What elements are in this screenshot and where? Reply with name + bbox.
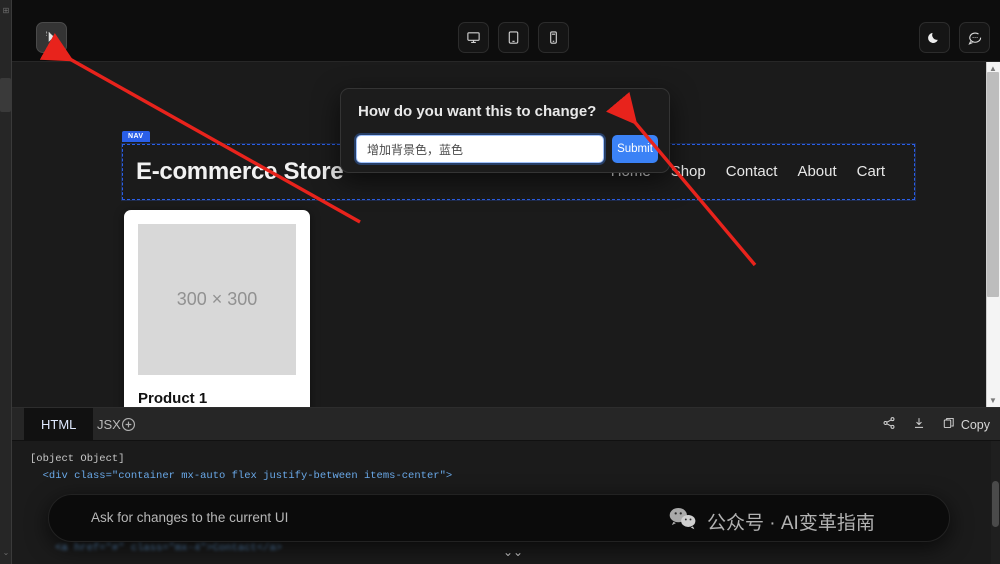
download-button[interactable] <box>912 416 926 433</box>
add-tab-button[interactable] <box>120 416 137 433</box>
top-toolbar <box>12 0 1000 62</box>
left-rail: ⊞ ⌄ <box>0 0 12 564</box>
wechat-icon <box>668 506 698 537</box>
viewport-mobile-button[interactable] <box>538 22 569 53</box>
rail-glyph-bottom: ⌄ <box>2 548 10 557</box>
code-tabbar: HTML JSX Copy <box>12 408 1000 441</box>
dialog-submit-button[interactable]: Submit <box>612 135 658 163</box>
code-line: <div class="container mx-auto flex justi… <box>30 470 453 482</box>
rail-chip[interactable] <box>0 78 11 112</box>
edit-prompt-dialog: How do you want this to change? Submit <box>340 88 670 173</box>
prompt-placeholder: Ask for changes to the current UI <box>91 510 289 525</box>
preview-scrollbar[interactable]: ▲ ▼ <box>986 62 1000 407</box>
code-scrollbar[interactable] <box>991 441 1000 564</box>
site-title: E-commerce Store <box>136 158 344 185</box>
moon-icon <box>927 30 942 45</box>
app-root: ⊞ ⌄ NAV E-commerce Store Shop Contact Ab… <box>0 0 1000 564</box>
preview-scrollbar-thumb[interactable] <box>987 72 999 297</box>
nav-link-contact[interactable]: Contact <box>726 163 778 180</box>
mobile-phone-icon <box>546 30 561 45</box>
code-line: [object Object] <box>30 453 125 465</box>
copy-icon <box>942 416 956 433</box>
watermark-text: 公众号 · AI变革指南 <box>707 513 875 534</box>
copy-button[interactable]: Copy <box>942 416 990 433</box>
selection-badge: NAV <box>122 131 151 142</box>
nav-link-about[interactable]: About <box>797 163 836 180</box>
select-tool-button[interactable] <box>36 22 67 53</box>
download-icon <box>912 416 926 433</box>
share-icon <box>882 416 896 433</box>
viewport-desktop-button[interactable] <box>458 22 489 53</box>
product-card[interactable]: 300 × 300 Product 1 Description of Produ… <box>124 210 310 407</box>
share-button[interactable] <box>882 416 896 433</box>
chat-button[interactable] <box>959 22 990 53</box>
rail-glyph-top: ⊞ <box>2 6 10 15</box>
product-image-placeholder: 300 × 300 <box>138 224 296 375</box>
scroll-down-arrow-icon[interactable]: ▼ <box>988 396 998 405</box>
dark-mode-toggle[interactable] <box>919 22 950 53</box>
tablet-icon <box>506 30 521 45</box>
nav-link-cart[interactable]: Cart <box>857 163 885 180</box>
dialog-input[interactable] <box>356 135 604 163</box>
dialog-title: How do you want this to change? <box>358 103 597 120</box>
viewport-tablet-button[interactable] <box>498 22 529 53</box>
cursor-select-icon <box>44 30 59 45</box>
product-title: Product 1 <box>138 390 208 407</box>
copy-label: Copy <box>960 417 990 432</box>
code-actions: Copy <box>882 408 990 441</box>
chat-bubble-icon <box>967 30 983 46</box>
watermark: 公众号 · AI变革指南 <box>668 506 875 537</box>
code-scrollbar-thumb[interactable] <box>992 481 999 527</box>
desktop-monitor-icon <box>466 30 481 45</box>
nav-link-shop[interactable]: Shop <box>671 163 706 180</box>
collapse-chevron-icon[interactable]: ⌄⌄ <box>503 546 523 558</box>
